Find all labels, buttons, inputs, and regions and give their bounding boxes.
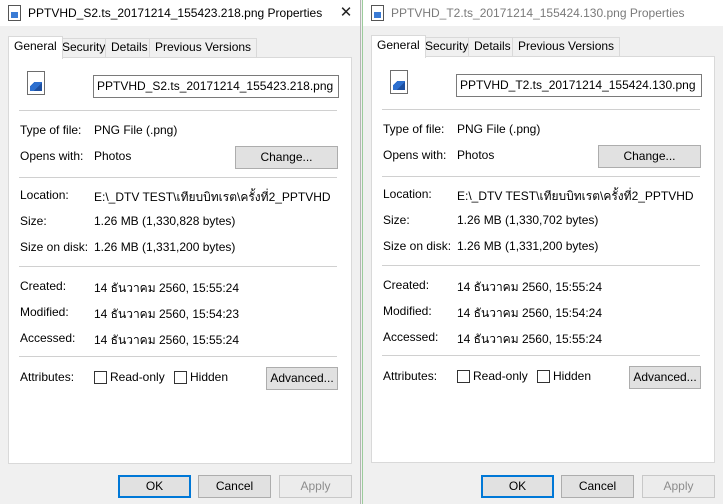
type-of-file-value: PNG File (.png) bbox=[94, 123, 178, 137]
properties-dialog-1: PPTVHD_S2.ts_20171214_155423.218.png Pro… bbox=[0, 0, 361, 504]
hidden-label[interactable]: Hidden bbox=[190, 370, 228, 384]
modified-label: Modified: bbox=[20, 305, 69, 319]
divider bbox=[19, 177, 337, 178]
created-label: Created: bbox=[20, 279, 67, 293]
hidden-checkbox[interactable] bbox=[174, 371, 187, 384]
tab-previous-versions[interactable]: Previous Versions bbox=[149, 38, 258, 57]
location-value: E:\_DTV TEST\เทียบบิทเรต\ครั้งที่2_PPTVH… bbox=[94, 190, 331, 204]
divider bbox=[19, 356, 337, 357]
tab-previous-versions[interactable]: Previous Versions bbox=[512, 37, 621, 56]
image-file-icon bbox=[371, 5, 384, 21]
tab-security[interactable]: Security bbox=[56, 38, 112, 57]
tab-details[interactable]: Details bbox=[105, 38, 154, 57]
type-of-file-label: Type of file: bbox=[383, 122, 445, 136]
hidden-checkbox[interactable] bbox=[537, 370, 550, 383]
size-label: Size: bbox=[383, 213, 410, 227]
modified-label: Modified: bbox=[383, 304, 432, 318]
attributes-label: Attributes: bbox=[383, 369, 438, 383]
location-label: Location: bbox=[20, 188, 69, 202]
size-on-disk-value: 1.26 MB (1,331,200 bytes) bbox=[94, 240, 236, 254]
cancel-button[interactable]: Cancel bbox=[561, 475, 634, 498]
read-only-label[interactable]: Read-only bbox=[473, 369, 528, 383]
location-value: E:\_DTV TEST\เทียบบิทเรต\ครั้งที่2_PPTVH… bbox=[457, 189, 694, 203]
read-only-label[interactable]: Read-only bbox=[110, 370, 165, 384]
title-bar[interactable]: PPTVHD_S2.ts_20171214_155423.218.png Pro… bbox=[0, 0, 360, 26]
type-of-file-label: Type of file: bbox=[20, 123, 82, 137]
created-label: Created: bbox=[383, 278, 430, 292]
properties-dialog-2: PPTVHD_T2.ts_20171214_155424.130.png Pro… bbox=[362, 0, 723, 504]
divider bbox=[19, 266, 337, 267]
tab-security[interactable]: Security bbox=[419, 37, 475, 56]
ok-button[interactable]: OK bbox=[118, 475, 191, 498]
ok-button[interactable]: OK bbox=[481, 475, 554, 498]
size-on-disk-label: Size on disk: bbox=[20, 240, 89, 254]
file-name-field[interactable]: PPTVHD_S2.ts_20171214_155423.218.png bbox=[93, 75, 339, 98]
window-title: PPTVHD_T2.ts_20171214_155424.130.png Pro… bbox=[391, 6, 685, 20]
apply-button[interactable]: Apply bbox=[642, 475, 715, 498]
close-button[interactable]: ✕ bbox=[332, 0, 360, 26]
modified-value: 14 ธันวาคม 2560, 15:54:24 bbox=[457, 306, 603, 320]
size-value: 1.26 MB (1,330,702 bytes) bbox=[457, 213, 599, 227]
change-button[interactable]: Change... bbox=[598, 145, 701, 168]
png-file-icon bbox=[27, 71, 45, 95]
tab-general[interactable]: General bbox=[371, 35, 426, 58]
accessed-value: 14 ธันวาคม 2560, 15:55:24 bbox=[94, 333, 240, 347]
divider bbox=[382, 265, 700, 266]
opens-with-label: Opens with: bbox=[383, 148, 447, 162]
title-bar[interactable]: PPTVHD_T2.ts_20171214_155424.130.png Pro… bbox=[363, 0, 723, 26]
size-value: 1.26 MB (1,330,828 bytes) bbox=[94, 214, 236, 228]
advanced-button[interactable]: Advanced... bbox=[629, 366, 701, 389]
apply-button[interactable]: Apply bbox=[279, 475, 352, 498]
change-button[interactable]: Change... bbox=[235, 146, 338, 169]
cancel-button[interactable]: Cancel bbox=[198, 475, 271, 498]
tab-details[interactable]: Details bbox=[468, 37, 517, 56]
accessed-label: Accessed: bbox=[20, 331, 76, 345]
advanced-button[interactable]: Advanced... bbox=[266, 367, 338, 390]
size-label: Size: bbox=[20, 214, 47, 228]
attributes-label: Attributes: bbox=[20, 370, 75, 384]
divider bbox=[19, 110, 337, 111]
type-of-file-value: PNG File (.png) bbox=[457, 122, 541, 136]
opens-with-label: Opens with: bbox=[20, 149, 84, 163]
divider bbox=[382, 355, 700, 356]
window-title: PPTVHD_S2.ts_20171214_155423.218.png Pro… bbox=[28, 6, 323, 20]
opens-with-value: Photos bbox=[457, 148, 495, 162]
image-file-icon bbox=[8, 5, 21, 21]
size-on-disk-value: 1.26 MB (1,331,200 bytes) bbox=[457, 239, 599, 253]
tab-general[interactable]: General bbox=[8, 36, 63, 59]
png-file-icon bbox=[390, 70, 408, 94]
divider bbox=[382, 109, 700, 110]
read-only-checkbox[interactable] bbox=[94, 371, 107, 384]
size-on-disk-label: Size on disk: bbox=[383, 239, 452, 253]
created-value: 14 ธันวาคม 2560, 15:55:24 bbox=[94, 281, 240, 295]
accessed-value: 14 ธันวาคม 2560, 15:55:24 bbox=[457, 332, 603, 346]
file-name-field[interactable]: PPTVHD_T2.ts_20171214_155424.130.png bbox=[456, 74, 702, 97]
general-panel: PPTVHD_T2.ts_20171214_155424.130.png Typ… bbox=[371, 56, 715, 463]
location-label: Location: bbox=[383, 187, 432, 201]
general-panel: PPTVHD_S2.ts_20171214_155423.218.png Typ… bbox=[8, 57, 352, 464]
modified-value: 14 ธันวาคม 2560, 15:54:23 bbox=[94, 307, 240, 321]
opens-with-value: Photos bbox=[94, 149, 132, 163]
hidden-label[interactable]: Hidden bbox=[553, 369, 591, 383]
divider bbox=[382, 176, 700, 177]
read-only-checkbox[interactable] bbox=[457, 370, 470, 383]
accessed-label: Accessed: bbox=[383, 330, 439, 344]
created-value: 14 ธันวาคม 2560, 15:55:24 bbox=[457, 280, 603, 294]
